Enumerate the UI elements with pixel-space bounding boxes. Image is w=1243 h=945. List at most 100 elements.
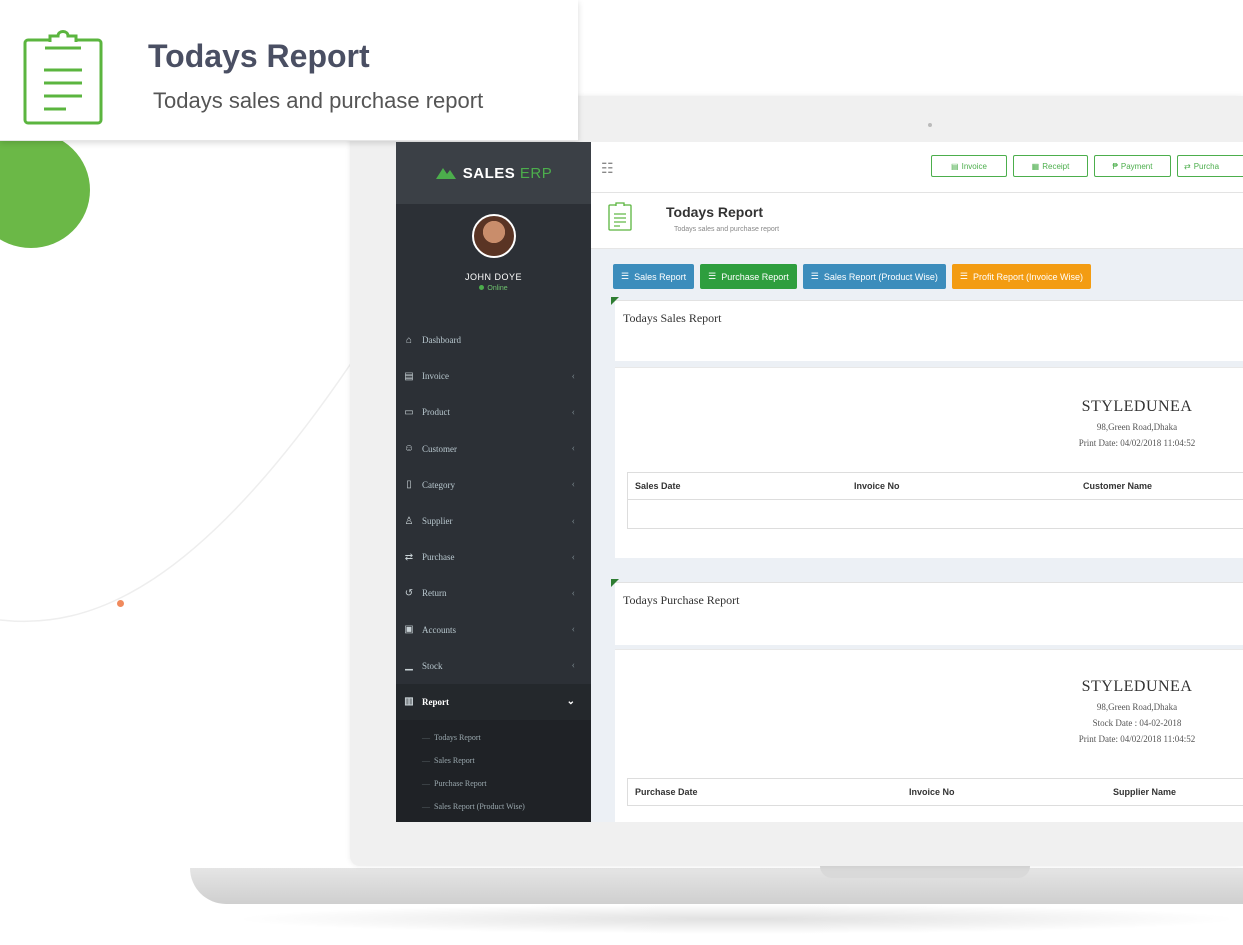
list-icon: ☰ [621, 271, 630, 281]
purchase-report-panel: Todays Purchase Report [611, 579, 1243, 645]
purchase-report-title: Todays Purchase Report [623, 593, 740, 607]
table-header-row: Sales Date Invoice No Customer Name [627, 472, 1243, 500]
logo-icon [435, 168, 456, 179]
sidebar-item-supplier[interactable]: ♙ Supplier ‹ [396, 503, 591, 539]
panel-corner-marker [611, 579, 619, 587]
user-panel: JOHN DOYE Online [396, 204, 591, 322]
chevron-left-icon: ‹ [571, 660, 575, 672]
company-name: STYLEDUNEA [1081, 398, 1193, 415]
apps-grid-icon[interactable]: ☷ [601, 160, 614, 177]
stock-date: Stock Date : 04-02-2018 [1092, 718, 1182, 728]
tab-sales-report[interactable]: ☰ Sales Report [613, 264, 695, 289]
chevron-left-icon: ‹ [571, 515, 575, 527]
sidebar-item-label: Report [422, 696, 449, 707]
sidebar: SALES ERP JOHN DOYE Online ⌂ Dashboard ▤ In… [396, 142, 591, 822]
chevron-left-icon: ‹ [571, 443, 575, 455]
company-name: STYLEDUNEA [1081, 678, 1193, 695]
sidebar-item-report[interactable]: ▥ Report ⌄ [396, 683, 591, 721]
sales-report-title: Todays Sales Report [623, 311, 722, 325]
column-header[interactable]: Supplier Name [1106, 778, 1243, 806]
sales-report-table: Sales Date Invoice No Customer Name [627, 472, 1243, 529]
sales-report-body: STYLEDUNEA 98,Green Road,Dhaka Print Dat… [615, 367, 1243, 558]
column-header[interactable]: Sales Date [627, 472, 847, 500]
sidebar-item-dashboard[interactable]: ⌂ Dashboard [396, 322, 591, 358]
report-icon: ▥ [404, 696, 414, 708]
chevron-left-icon: ‹ [571, 406, 575, 418]
purchase-report-table: Purchase Date Invoice No Supplier Name [627, 778, 1243, 806]
company-address: 98,Green Road,Dhaka [1096, 422, 1178, 432]
sidebar-item-stock[interactable]: ▁ Stock ‹ [396, 648, 591, 684]
receipt-button[interactable]: ▦ Receipt [1013, 155, 1088, 177]
laptop-notch [820, 866, 1030, 878]
sidebar-item-customer[interactable]: ☺ Customer ‹ [396, 431, 591, 467]
purchase-report-body: STYLEDUNEA 98,Green Road,Dhaka Stock Dat… [615, 649, 1243, 822]
sidebar-item-product[interactable]: ▭ Product ‹ [396, 394, 591, 430]
avatar[interactable] [471, 214, 516, 258]
user-status: Online [396, 285, 591, 292]
tab-label: Purchase Report [721, 271, 789, 282]
table-header-row: Purchase Date Invoice No Supplier Name [627, 778, 1243, 806]
sidebar-item-category[interactable]: ▯ Category ‹ [396, 467, 591, 503]
sidebar-item-accounts[interactable]: ▣ Accounts ‹ [396, 612, 591, 648]
decorative-curve [0, 349, 361, 623]
promo-header: Todays Report Todays sales and purchase … [0, 0, 578, 141]
logo-text: SALES ERP [462, 164, 553, 182]
column-header[interactable]: Purchase Date [627, 778, 902, 806]
invoice-button[interactable]: ▤ Invoice [931, 155, 1007, 177]
page-title: Todays Report [666, 204, 763, 220]
sidebar-item-label: Customer [422, 443, 457, 454]
purchase-button[interactable]: ⇄ Purcha [1177, 155, 1243, 177]
user-name: JOHN DOYE [464, 272, 522, 282]
sidebar-item-return[interactable]: ↺ Return ‹ [396, 575, 591, 611]
tab-label: Sales Report (Product Wise) [823, 271, 938, 282]
chevron-left-icon: ‹ [571, 624, 575, 636]
payment-button[interactable]: ₱ Payment [1094, 155, 1171, 177]
sidebar-item-label: Purchase [422, 552, 455, 563]
laptop-shadow [230, 904, 1243, 934]
page-subtitle: Todays sales and purchase report [674, 226, 780, 233]
product-icon: ▭ [404, 406, 414, 418]
list-icon: ☰ [810, 271, 819, 281]
submenu-item[interactable]: Sales Report (Product Wise) [396, 795, 591, 818]
page-header: Todays Report Todays sales and purchase … [591, 193, 1243, 249]
tab-purchase-report[interactable]: ☰ Purchase Report [700, 264, 797, 289]
chevron-left-icon: ‹ [571, 587, 575, 599]
promo-title: Todays Report [148, 38, 370, 74]
submenu-item[interactable]: Purchase Report [396, 772, 591, 795]
report-tabs: ☰ Sales Report ☰ Purchase Report ☰ Sales Repo… [613, 264, 1091, 289]
sidebar-menu: ⌂ Dashboard ▤ Invoice ‹ ▭ Product ‹ ☺ Customer ‹ ▯ C… [396, 322, 591, 721]
main-content: ☷ ▤ Invoice ▦ Receipt ₱ Payment ⇄ Purcha Tod… [591, 142, 1243, 822]
sidebar-item-invoice[interactable]: ▤ Invoice ‹ [396, 358, 591, 394]
table-row [628, 500, 1243, 529]
column-header[interactable]: Invoice No [902, 778, 1106, 806]
sidebar-item-purchase[interactable]: ⇄ Purchase ‹ [396, 539, 591, 575]
clipboard-icon [23, 30, 103, 125]
tab-sales-report-product-wise[interactable]: ☰ Sales Report (Product Wise) [802, 264, 946, 289]
logo[interactable]: SALES ERP [396, 142, 591, 204]
sales-report-panel: Todays Sales Report [611, 297, 1243, 361]
app-screen: SALES ERP JOHN DOYE Online ⌂ Dashboard ▤ In… [396, 142, 1243, 822]
sidebar-item-label: Invoice [422, 371, 449, 382]
stock-icon: ▁ [405, 660, 413, 672]
chevron-down-icon: ⌄ [566, 696, 575, 708]
panel-corner-marker [611, 297, 619, 305]
tab-profit-report-invoice-wise[interactable]: ☰ Profit Report (Invoice Wise) [951, 264, 1091, 289]
sidebar-item-label: Return [422, 588, 447, 599]
decorative-dot [117, 600, 124, 607]
column-header[interactable]: Invoice No [847, 472, 1076, 500]
print-date: Print Date: 04/02/2018 11:04:52 [1078, 734, 1196, 744]
column-header[interactable]: Customer Name [1076, 472, 1243, 500]
top-bar: ☷ ▤ Invoice ▦ Receipt ₱ Payment ⇄ Purcha [591, 142, 1243, 193]
sales-company-info: STYLEDUNEA 98,Green Road,Dhaka Print Dat… [1047, 398, 1227, 448]
invoice-icon: ▤ [404, 370, 414, 382]
chevron-left-icon: ‹ [571, 479, 575, 491]
return-icon: ↺ [404, 587, 414, 599]
purchase-icon: ⇄ [404, 551, 414, 563]
online-status-icon [479, 285, 485, 290]
sidebar-item-label: Dashboard [422, 335, 461, 346]
tab-label: Profit Report (Invoice Wise) [972, 271, 1083, 282]
submenu-item[interactable]: Todays Report [396, 726, 591, 749]
laptop-base [190, 868, 1243, 904]
sidebar-item-label: Product [422, 407, 450, 418]
submenu-item[interactable]: Sales Report [396, 749, 591, 772]
